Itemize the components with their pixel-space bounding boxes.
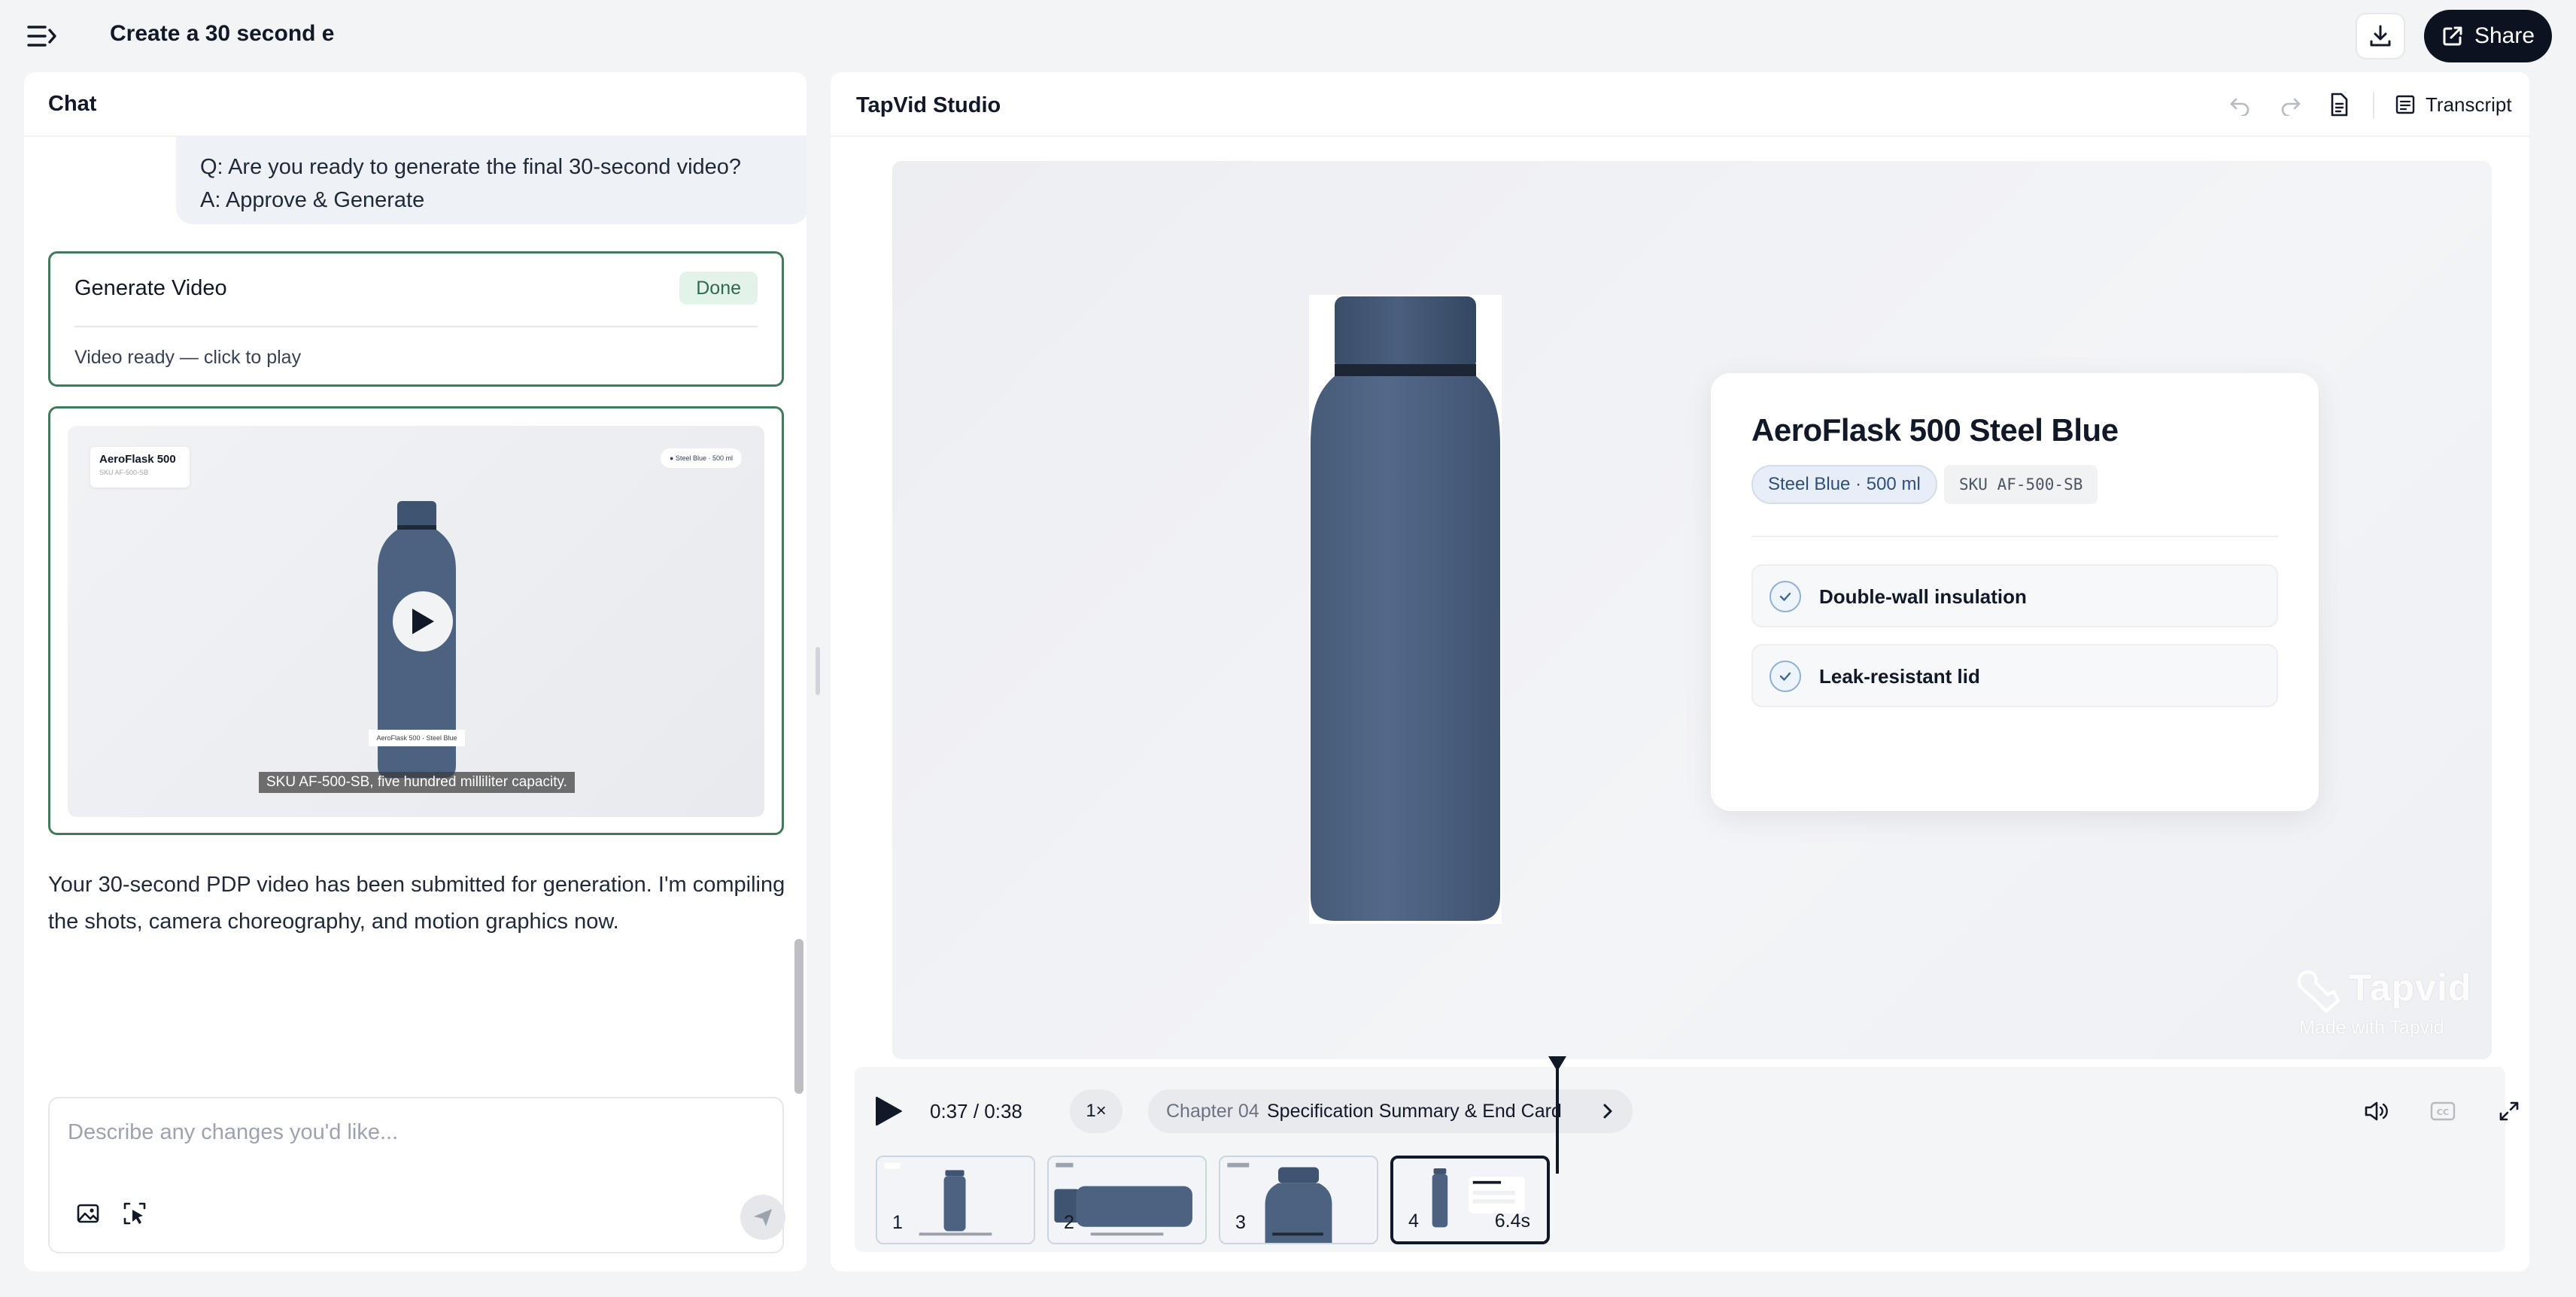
play-pause-button[interactable] <box>871 1092 906 1130</box>
volume-icon <box>2365 1101 2388 1121</box>
header-separator <box>2373 92 2374 119</box>
feature-text: Double-wall insulation <box>1819 585 2027 608</box>
clip-thumbnail[interactable]: 2 <box>1047 1156 1207 1244</box>
video-thumbnail[interactable]: AeroFlask 500 SKU AF-500-SB ● Steel Blue… <box>68 426 764 817</box>
assistant-message: Your 30-second PDP video has been submit… <box>48 873 785 934</box>
external-link-icon <box>2443 26 2462 46</box>
generate-video-title: Generate Video <box>74 276 227 300</box>
cursor-select-icon <box>123 1202 146 1225</box>
volume-button[interactable] <box>2359 1094 2394 1128</box>
chat-title: Chat <box>24 72 807 137</box>
chapter-number: Chapter 04 <box>1166 1101 1259 1122</box>
play-icon <box>876 1096 902 1126</box>
color-capacity-chip: Steel Blue · 500 ml <box>1751 465 1937 504</box>
tapvid-watermark: Tapvid Made with Tapvid <box>2292 966 2472 1049</box>
transcript-button[interactable]: Transcript <box>2394 89 2512 120</box>
svg-text:CC: CC <box>2437 1107 2449 1117</box>
share-button[interactable]: Share <box>2424 10 2552 62</box>
send-button[interactable] <box>740 1195 785 1240</box>
chat-panel: Chat Q: Are you ready to generate the fi… <box>24 72 807 1271</box>
sidebar-toggle-button[interactable] <box>23 20 62 53</box>
clip-number: 3 <box>1235 1212 1246 1233</box>
top-bar: Create a 30 second e Share <box>0 0 2576 72</box>
video-preview-card[interactable]: AeroFlask 500 SKU AF-500-SB ● Steel Blue… <box>48 406 784 835</box>
clip-number: 1 <box>892 1212 903 1233</box>
divider <box>74 326 758 327</box>
clip-timeline: 1 2 3 4 6.4s <box>855 1156 2505 1252</box>
clip-thumbnail-active[interactable]: 4 6.4s <box>1390 1156 1550 1244</box>
sidebar-toggle-icon <box>27 26 56 47</box>
download-icon <box>2370 25 2391 47</box>
redo-button[interactable] <box>2275 89 2307 120</box>
status-badge: Done <box>679 272 758 305</box>
cc-icon: CC <box>2430 1101 2456 1121</box>
message-input[interactable] <box>68 1115 760 1150</box>
thumbnail-product-sku: SKU AF-500-SB <box>99 469 149 476</box>
chapter-name: Specification Summary & End Card <box>1267 1101 1562 1122</box>
feature-item: Double-wall insulation <box>1751 564 2278 627</box>
play-icon <box>412 609 434 634</box>
thumbnail-caption: SKU AF-500-SB, five hundred milliliter c… <box>259 772 575 793</box>
document-icon <box>2331 93 2348 117</box>
studio-title: TapVid Studio <box>856 93 1001 117</box>
captions-button[interactable]: CC <box>2426 1094 2460 1128</box>
fullscreen-icon <box>2499 1101 2519 1121</box>
generate-video-status: Video ready — click to play <box>74 347 302 368</box>
playhead[interactable] <box>1556 1068 1559 1174</box>
user-question: Q: Are you ready to generate the final 3… <box>200 155 742 179</box>
image-icon <box>77 1204 99 1223</box>
video-preview[interactable]: AeroFlask 500 Steel Blue Steel Blue · 50… <box>892 161 2492 1059</box>
sku-chip: SKU AF-500-SB <box>1944 465 2098 504</box>
playback-speed-button[interactable]: 1× <box>1070 1089 1122 1133</box>
feature-text: Leak-resistant lid <box>1819 665 1980 688</box>
check-icon <box>1769 581 1801 612</box>
clip-number: 2 <box>1064 1212 1074 1233</box>
studio-panel: TapVid Studio Transcript AeroFlask 500 S… <box>831 72 2529 1271</box>
undo-icon <box>2230 98 2249 116</box>
divider <box>1751 536 2278 537</box>
generate-video-card[interactable]: Generate Video Done Video ready — click … <box>48 251 784 387</box>
clip-number: 4 <box>1408 1210 1419 1232</box>
document-title: Create a 30 second e <box>110 21 335 46</box>
send-icon <box>754 1209 772 1226</box>
thumbnail-product-name: AeroFlask 500 <box>99 453 176 466</box>
watermark-logo-text: Tapvid <box>2349 967 2472 1009</box>
document-button[interactable] <box>2323 89 2355 120</box>
check-icon <box>1769 661 1801 692</box>
product-title: AeroFlask 500 Steel Blue <box>1751 412 2119 448</box>
thumbnail-bottle-label: AeroFlask 500 · Steel Blue <box>369 730 465 746</box>
download-button[interactable] <box>2356 13 2405 59</box>
undo-button[interactable] <box>2224 89 2256 120</box>
thumbnail-chip: ● Steel Blue · 500 ml <box>661 448 742 468</box>
time-readout: 0:37 / 0:38 <box>930 1100 1022 1122</box>
clip-thumbnail[interactable]: 3 <box>1219 1156 1378 1244</box>
share-label: Share <box>2474 23 2535 48</box>
composer <box>48 1097 785 1253</box>
thumbnail-product-label: AeroFlask 500 SKU AF-500-SB <box>90 447 190 488</box>
clip-duration: 6.4s <box>1494 1210 1530 1232</box>
image-upload-button[interactable] <box>71 1196 105 1231</box>
watermark-subtext: Made with Tapvid <box>2299 1017 2444 1038</box>
chat-scrollbar[interactable] <box>794 939 803 1094</box>
feature-item: Leak-resistant lid <box>1751 644 2278 707</box>
transcript-icon <box>2395 95 2415 114</box>
player-controls: 0:37 / 0:38 1× Chapter 04 Specification … <box>855 1067 2519 1252</box>
panel-resize-handle[interactable] <box>816 647 820 695</box>
user-message: Q: Are you ready to generate the final 3… <box>176 137 807 224</box>
chevron-right-icon <box>1596 1100 1619 1122</box>
studio-header: TapVid Studio Transcript <box>831 72 2529 137</box>
chapter-selector[interactable]: Chapter 04 Specification Summary & End C… <box>1148 1089 1633 1133</box>
product-bottle-image <box>1309 295 1502 924</box>
transcript-label: Transcript <box>2426 93 2512 116</box>
user-answer: A: Approve & Generate <box>200 188 425 212</box>
spec-summary-card: AeroFlask 500 Steel Blue Steel Blue · 50… <box>1711 373 2319 811</box>
select-element-button[interactable] <box>117 1196 152 1231</box>
clip-thumbnail[interactable]: 1 <box>876 1156 1035 1244</box>
fullscreen-button[interactable] <box>2492 1094 2526 1128</box>
play-button[interactable] <box>393 591 453 652</box>
redo-icon <box>2281 98 2301 116</box>
